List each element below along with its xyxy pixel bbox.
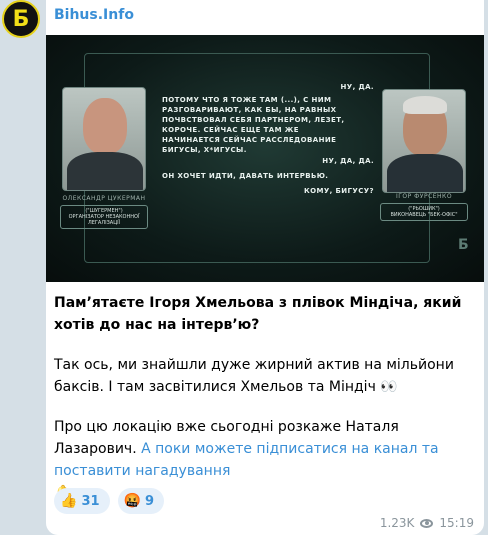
left-portrait [62, 87, 146, 191]
channel-avatar[interactable]: Б [2, 0, 40, 38]
thumbs-up-icon: 👍 [60, 493, 78, 509]
right-person-tag: ("РЬОШИК") ВИКОНАВЕЦЬ "БЕК-ОФІС" [380, 203, 468, 221]
reply-line-1: НУ, ДА. [340, 83, 374, 91]
view-count: 1.23K [379, 516, 415, 530]
channel-avatar-glyph: Б [12, 6, 30, 32]
angry-face-icon: 🤬 [123, 493, 141, 509]
left-portrait-head [83, 98, 127, 154]
right-portrait-hair [403, 96, 447, 114]
post-paragraph-1: Так ось, ми знайшли дуже жирний актив на… [54, 357, 454, 395]
right-portrait-shirt [387, 154, 463, 192]
channel-name[interactable]: Bihus.Info [54, 7, 134, 23]
left-portrait-shirt [67, 152, 143, 190]
reply-line-3: КОМУ, БИГУСУ? [304, 187, 374, 195]
reaction-angry[interactable]: 🤬 9 [117, 488, 165, 514]
reaction-count: 31 [81, 493, 100, 509]
eye-icon [420, 518, 434, 528]
video-watermark: Б [458, 237, 469, 253]
message-meta: 1.23K 15:19 [380, 516, 474, 530]
reactions-bar: 👍 31 🤬 9 [54, 488, 165, 514]
message-bubble: Bihus.Info ОЛЕКСАНДР ЦУКЕРМАН ("ШУГЕРМЕН… [46, 0, 484, 535]
right-portrait [382, 89, 466, 193]
reaction-thumbs-up[interactable]: 👍 31 [54, 488, 110, 514]
transcript-left: ПОТОМУ ЧТО Я ТОЖЕ ТАМ (...), С НИМ РАЗГО… [162, 96, 345, 154]
reply-line-2: НУ, ДА, ДА. [322, 157, 374, 165]
left-person-name: ОЛЕКСАНДР ЦУКЕРМАН [62, 195, 146, 202]
right-person-name: ІГОР ФУРСЕНКО [395, 193, 453, 200]
reaction-count: 9 [144, 493, 155, 509]
message-time: 15:19 [439, 516, 474, 530]
left-person-tag: ("ШУГЕРМЕН") ОРГАНІЗАТОР НЕЗАКОННОЇ ЛЕГА… [60, 205, 148, 229]
transcript-left-2: ОН ХОЧЕТ ИДТИ, ДАВАТЬ ИНТЕРВЬЮ. [162, 172, 329, 180]
post-headline: Пам’ятаєте Ігоря Хмельова з плівок Мінді… [54, 295, 462, 333]
video-preview[interactable]: ОЛЕКСАНДР ЦУКЕРМАН ("ШУГЕРМЕН") ОРГАНІЗА… [46, 35, 484, 282]
